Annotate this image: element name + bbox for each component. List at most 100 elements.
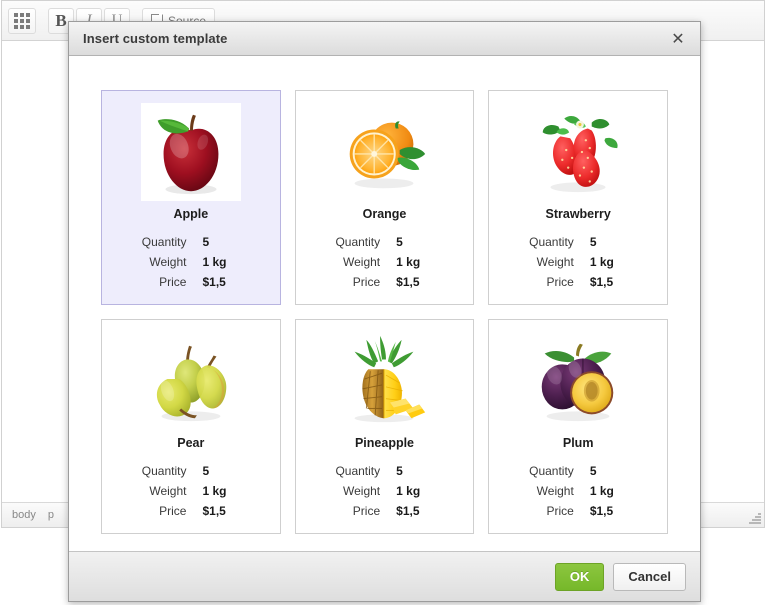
spec-value-weight: 1 kg — [396, 255, 421, 269]
orange-icon — [350, 121, 426, 189]
spec-value-quantity: 5 — [202, 235, 210, 249]
spec-label-quantity: Quantity — [141, 235, 187, 249]
bold-icon: B — [55, 11, 67, 30]
spec-value-weight: 1 kg — [202, 484, 227, 498]
spec-row-price: Price $1,5 — [312, 275, 458, 289]
spec-value-price: $1,5 — [202, 504, 226, 518]
spec-label-price: Price — [546, 275, 574, 289]
spec-value-price: $1,5 — [589, 275, 614, 289]
template-specs: Quantity 5 Weight 1 kg Price $1,5 — [306, 464, 464, 524]
orange-image — [334, 103, 435, 201]
plum-image — [528, 332, 629, 430]
dialog-content: Apple Quantity 5 Weight 1 kg Price $1,5 — [69, 56, 700, 551]
insert-custom-template-dialog: Insert custom template ✕ Apple Quantity … — [68, 21, 701, 602]
templates-button[interactable] — [8, 7, 36, 34]
strawberry-image — [528, 103, 629, 201]
spec-row-quantity: Quantity 5 — [312, 464, 458, 478]
spec-label-price: Price — [159, 504, 187, 518]
spec-label-weight: Weight — [536, 255, 574, 269]
apple-icon — [157, 114, 219, 195]
template-name: Apple — [173, 207, 209, 221]
grid-icon — [14, 12, 30, 29]
template-specs: Quantity 5 Weight 1 kg Price $1,5 — [306, 235, 464, 295]
template-specs: Quantity 5 Weight 1 kg Price $1,5 — [499, 464, 657, 524]
spec-value-weight: 1 kg — [202, 255, 227, 269]
spec-row-weight: Weight 1 kg — [118, 255, 264, 269]
template-card-plum[interactable]: Plum Quantity 5 Weight 1 kg Price $1,5 — [488, 319, 668, 534]
spec-value-quantity: 5 — [396, 235, 403, 249]
spec-value-price: $1,5 — [396, 275, 420, 289]
pear-icon — [156, 345, 227, 422]
spec-value-price: $1,5 — [396, 504, 420, 518]
spec-label-quantity: Quantity — [141, 464, 187, 478]
template-grid: Apple Quantity 5 Weight 1 kg Price $1,5 — [101, 90, 668, 534]
editor-resize-handle[interactable] — [748, 511, 761, 524]
spec-row-weight: Weight 1 kg — [505, 484, 651, 498]
strawberry-icon — [542, 115, 618, 193]
dialog-title: Insert custom template — [83, 31, 228, 46]
breadcrumb-p[interactable]: p — [42, 507, 60, 523]
template-card-orange[interactable]: Orange Quantity 5 Weight 1 kg Price $1,5 — [294, 90, 475, 305]
dialog-footer: OK Cancel — [69, 551, 700, 601]
spec-label-weight: Weight — [343, 255, 381, 269]
spec-value-weight: 1 kg — [589, 484, 614, 498]
spec-label-price: Price — [352, 275, 381, 289]
spec-row-quantity: Quantity 5 — [505, 464, 651, 478]
spec-value-quantity: 5 — [589, 464, 597, 478]
spec-value-price: $1,5 — [589, 504, 614, 518]
spec-row-weight: Weight 1 kg — [312, 255, 458, 269]
spec-label-weight: Weight — [149, 255, 187, 269]
spec-row-price: Price $1,5 — [118, 504, 264, 518]
spec-row-weight: Weight 1 kg — [505, 255, 651, 269]
spec-row-quantity: Quantity 5 — [118, 464, 264, 478]
template-name: Pineapple — [354, 436, 415, 450]
spec-value-weight: 1 kg — [589, 255, 614, 269]
ok-button[interactable]: OK — [554, 562, 605, 591]
plum-icon — [541, 343, 614, 422]
spec-row-price: Price $1,5 — [118, 275, 264, 289]
template-card-apple[interactable]: Apple Quantity 5 Weight 1 kg Price $1,5 — [101, 90, 281, 305]
spec-label-price: Price — [546, 504, 574, 518]
template-card-pineapple[interactable]: Pineapple Quantity 5 Weight 1 kg Price $… — [294, 319, 475, 534]
spec-row-price: Price $1,5 — [505, 275, 651, 289]
template-name: Orange — [362, 207, 407, 221]
close-icon[interactable]: ✕ — [668, 29, 688, 49]
spec-row-quantity: Quantity 5 — [118, 235, 264, 249]
pineapple-icon — [355, 335, 426, 423]
template-card-pear[interactable]: Pear Quantity 5 Weight 1 kg Price $1,5 — [101, 319, 281, 534]
spec-value-quantity: 5 — [589, 235, 597, 249]
spec-label-weight: Weight — [343, 484, 381, 498]
spec-label-quantity: Quantity — [335, 235, 381, 249]
spec-row-weight: Weight 1 kg — [312, 484, 458, 498]
pineapple-image — [334, 332, 435, 430]
spec-value-quantity: 5 — [202, 464, 210, 478]
spec-label-weight: Weight — [536, 484, 574, 498]
spec-value-price: $1,5 — [202, 275, 226, 289]
template-name: Plum — [562, 436, 594, 450]
spec-value-quantity: 5 — [396, 464, 403, 478]
template-specs: Quantity 5 Weight 1 kg Price $1,5 — [112, 464, 270, 524]
spec-row-quantity: Quantity 5 — [505, 235, 651, 249]
spec-row-weight: Weight 1 kg — [118, 484, 264, 498]
spec-label-quantity: Quantity — [335, 464, 381, 478]
cancel-button[interactable]: Cancel — [613, 562, 686, 591]
template-card-strawberry[interactable]: Strawberry Quantity 5 Weight 1 kg Price … — [488, 90, 668, 305]
template-specs: Quantity 5 Weight 1 kg Price $1,5 — [499, 235, 657, 295]
template-name: Pear — [177, 436, 205, 450]
template-name: Strawberry — [545, 207, 611, 221]
dialog-title-bar[interactable]: Insert custom template ✕ — [69, 22, 700, 56]
breadcrumb-body[interactable]: body — [6, 507, 42, 523]
toolbar-group-templates — [8, 7, 36, 34]
pear-image — [140, 332, 241, 430]
spec-row-price: Price $1,5 — [505, 504, 651, 518]
apple-image — [140, 103, 241, 201]
spec-row-quantity: Quantity 5 — [312, 235, 458, 249]
spec-label-quantity: Quantity — [529, 464, 574, 478]
spec-label-price: Price — [352, 504, 381, 518]
spec-label-price: Price — [159, 275, 187, 289]
spec-row-price: Price $1,5 — [312, 504, 458, 518]
spec-value-weight: 1 kg — [396, 484, 421, 498]
template-specs: Quantity 5 Weight 1 kg Price $1,5 — [112, 235, 270, 295]
spec-label-weight: Weight — [149, 484, 187, 498]
spec-label-quantity: Quantity — [529, 235, 574, 249]
